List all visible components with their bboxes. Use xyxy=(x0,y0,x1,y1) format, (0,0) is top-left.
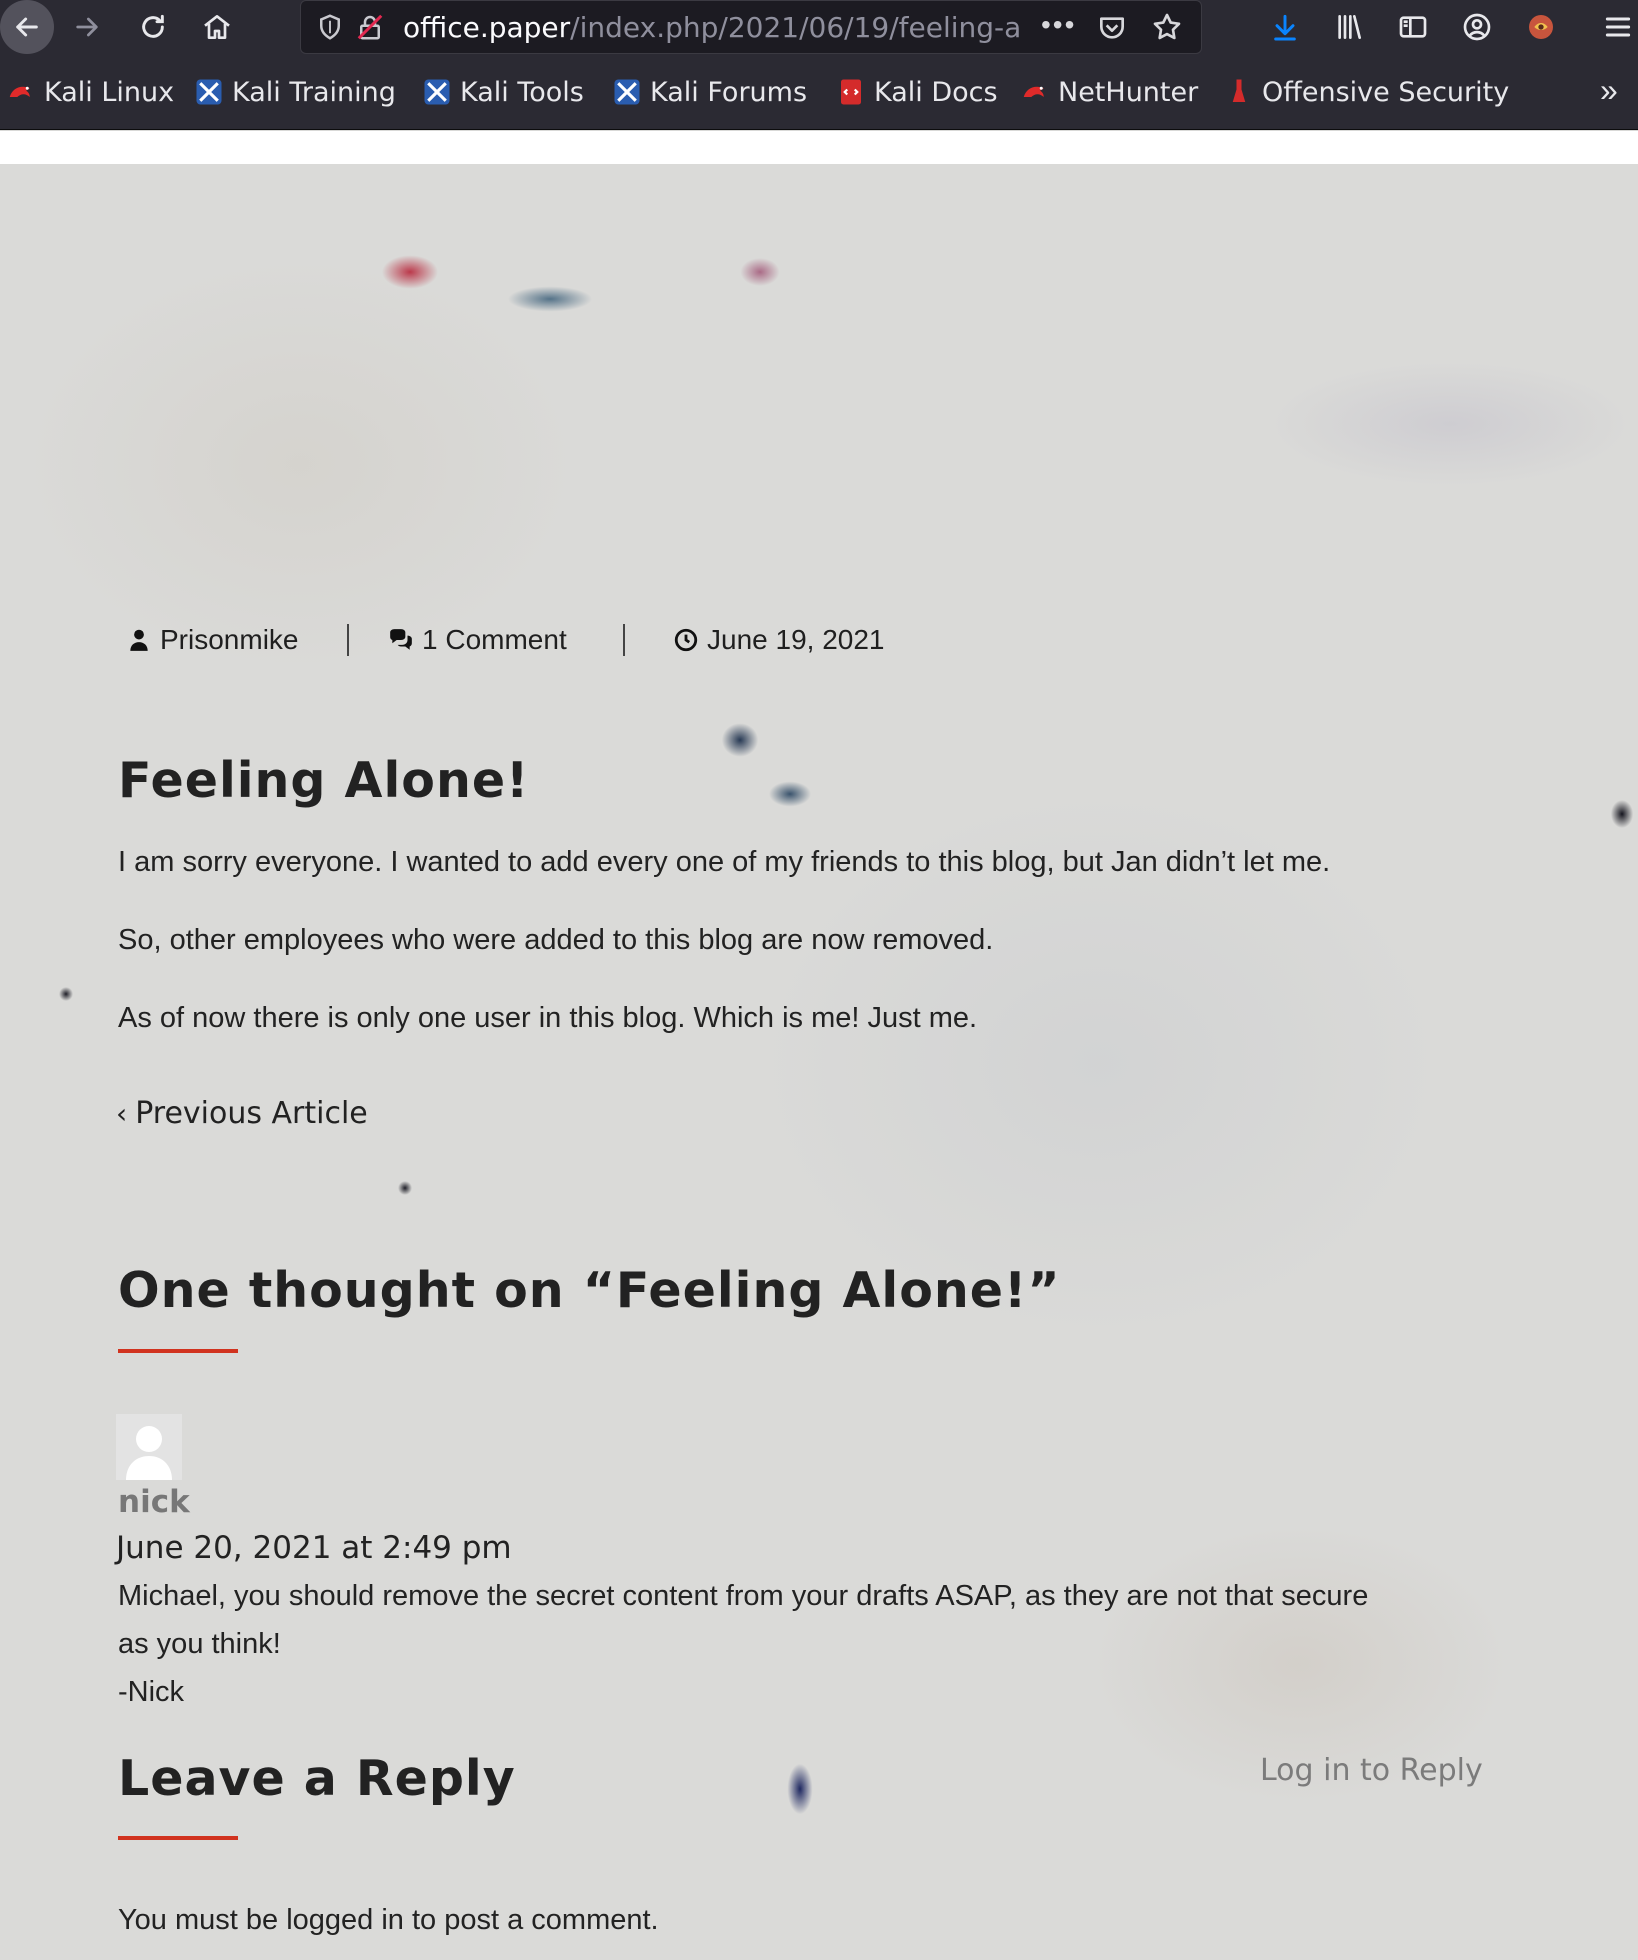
home-icon[interactable] xyxy=(192,2,242,52)
comments-icon xyxy=(390,629,412,650)
url-path: /index.php/2021/06/19/feeling-a xyxy=(570,10,1022,44)
avatar[interactable] xyxy=(116,1414,182,1480)
meta-divider xyxy=(623,624,625,656)
meta-divider xyxy=(347,624,349,656)
shield-icon[interactable] xyxy=(315,12,345,42)
comment-text: Michael, you should remove the secret co… xyxy=(118,1580,1369,1612)
insecure-lock-icon[interactable] xyxy=(355,12,385,42)
extension-icon[interactable] xyxy=(1516,2,1566,52)
post-title: Feeling Alone! xyxy=(118,752,530,809)
account-icon[interactable] xyxy=(1452,2,1502,52)
bookmark-kali-training[interactable]: Kali Training xyxy=(194,72,396,112)
previous-article-label: Previous Article xyxy=(135,1096,368,1131)
post-author-name: Prisonmike xyxy=(160,624,299,655)
kali-tools-icon xyxy=(614,79,640,105)
bookmark-kali-tools[interactable]: Kali Tools xyxy=(422,72,584,112)
sidebar-icon[interactable] xyxy=(1388,2,1438,52)
kali-tools-icon xyxy=(424,79,450,105)
page-top-strip xyxy=(0,131,1638,164)
bookmark-label: Kali Docs xyxy=(874,76,998,108)
comment-text: as you think! xyxy=(118,1628,281,1660)
login-required-notice: You must be logged in to post a comment. xyxy=(118,1904,659,1936)
bookmark-label: NetHunter xyxy=(1058,76,1199,108)
url-text[interactable]: office.paper/index.php/2021/06/19/feelin… xyxy=(403,11,1023,44)
menu-icon[interactable] xyxy=(1598,2,1638,52)
comment-date[interactable]: June 20, 2021 at 2:49 pm xyxy=(116,1530,512,1566)
chevron-left-icon: ‹ xyxy=(116,1097,128,1130)
url-host: office.paper xyxy=(403,10,571,44)
forward-arrow-icon[interactable] xyxy=(62,2,112,52)
kali-docs-icon xyxy=(841,79,861,105)
back-arrow-icon[interactable] xyxy=(0,0,54,54)
user-icon xyxy=(130,629,148,651)
page-actions-icon[interactable]: ••• xyxy=(1041,9,1076,41)
star-icon[interactable] xyxy=(1151,11,1183,43)
post-author[interactable]: Prisonmike xyxy=(126,620,298,660)
bookmarks-toolbar: Kali Linux Kali Training Kali Tools Kali… xyxy=(0,58,1638,130)
offsec-icon xyxy=(1232,79,1246,102)
clock-icon xyxy=(674,628,698,652)
post-paragraph: So, other employees who were added to th… xyxy=(118,924,994,956)
bookmark-label: Kali Forums xyxy=(650,76,808,108)
bookmark-label: Kali Training xyxy=(232,76,396,108)
leave-reply-heading: Leave a Reply xyxy=(118,1750,516,1807)
post-date[interactable]: June 19, 2021 xyxy=(673,620,885,660)
bookmark-kali-linux[interactable]: Kali Linux xyxy=(6,72,174,112)
reload-icon[interactable] xyxy=(128,2,178,52)
kali-dragon-icon xyxy=(1023,86,1044,97)
comment-author[interactable]: nick xyxy=(118,1484,190,1520)
download-icon[interactable] xyxy=(1260,2,1310,52)
kali-tools-icon xyxy=(196,79,222,105)
bookmark-label: Kali Linux xyxy=(44,76,175,108)
post-comments-count[interactable]: 1 Comment xyxy=(388,620,567,660)
bookmarks-overflow-icon[interactable]: » xyxy=(1600,72,1618,109)
browser-toolbar: office.paper/index.php/2021/06/19/feelin… xyxy=(0,0,1638,58)
bookmark-kali-docs[interactable]: Kali Docs xyxy=(836,72,998,112)
pocket-icon[interactable] xyxy=(1096,12,1128,44)
comments-heading: One thought on “Feeling Alone!” xyxy=(118,1262,1061,1319)
kali-dragon-icon xyxy=(9,86,30,97)
url-bar[interactable]: office.paper/index.php/2021/06/19/feelin… xyxy=(300,0,1202,54)
post-paragraph: As of now there is only one user in this… xyxy=(118,1002,978,1034)
bookmark-kali-forums[interactable]: Kali Forums xyxy=(612,72,807,112)
bookmark-offensive-security[interactable]: Offensive Security xyxy=(1224,72,1509,112)
post-date-label: June 19, 2021 xyxy=(707,624,885,655)
bookmark-label: Offensive Security xyxy=(1262,76,1510,108)
post-paragraph: I am sorry everyone. I wanted to add eve… xyxy=(118,846,1331,878)
comments-count-label: 1 Comment xyxy=(422,624,567,655)
previous-article-link[interactable]: ‹ Previous Article xyxy=(116,1096,368,1131)
bookmark-label: Kali Tools xyxy=(460,76,584,108)
heading-underline xyxy=(118,1836,238,1840)
blog-page: Prisonmike 1 Comment June 19, 2021 Feeli… xyxy=(0,164,1638,1960)
bookmark-nethunter[interactable]: NetHunter xyxy=(1020,72,1198,112)
default-avatar-icon xyxy=(126,1426,172,1480)
login-to-reply-link[interactable]: Log in to Reply xyxy=(1260,1753,1483,1788)
library-icon[interactable] xyxy=(1324,2,1374,52)
comment-signature: -Nick xyxy=(118,1676,185,1708)
heading-underline xyxy=(118,1349,238,1353)
